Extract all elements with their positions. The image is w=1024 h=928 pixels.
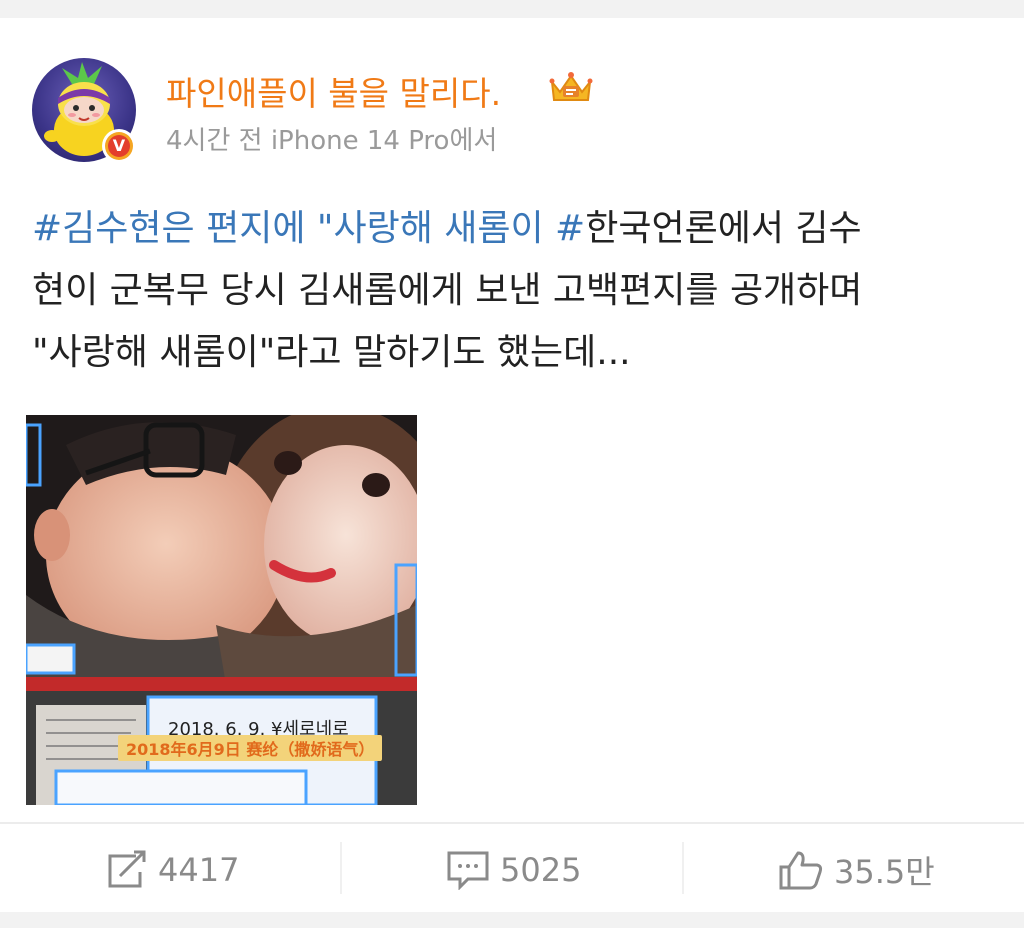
verified-badge: V <box>102 129 136 163</box>
image-caption: 2018年6月9日 赛纶（撒娇语气） <box>118 735 383 761</box>
post-meta: 4시간 전 iPhone 14 Pro에서 <box>166 126 498 156</box>
repost-count: 4417 <box>158 851 240 889</box>
like-count: 35.5만 <box>834 853 935 891</box>
comment-button[interactable]: 5025 <box>446 840 581 900</box>
post-text-line: #김수현은 편지에 "사랑해 새롬이 #한국언론에서 김수 <box>32 198 992 260</box>
post-text-line: 현이 군복무 당시 김새롬에게 보낸 고백편지를 공개하며 <box>32 260 992 322</box>
crown-level-icon[interactable] <box>546 68 596 108</box>
repost-button[interactable]: 4417 <box>104 840 239 900</box>
post-text-segment: "사랑해 새롬이"라고 말하기도 했는데... <box>32 332 631 373</box>
action-bar-divider <box>0 822 1024 824</box>
hashtag-link[interactable]: #김수현은 편지에 "사랑해 새롬이 # <box>32 208 585 249</box>
action-separator <box>682 842 684 894</box>
like-button[interactable]: 35.5만 <box>778 840 935 900</box>
comment-icon <box>447 851 489 890</box>
comment-count: 5025 <box>500 851 582 889</box>
post-text-segment: 현이 군복무 당시 김새롬에게 보낸 고백편지를 공개하며 <box>32 270 863 311</box>
post-text-line: "사랑해 새롬이"라고 말하기도 했는데... <box>32 322 992 384</box>
username[interactable]: 파인애플이 불을 말리다. <box>166 67 501 115</box>
post-image[interactable]: 2018. 6. 9. ¥세로네로 2018年6月9日 赛纶（撒娇语气） <box>26 415 417 805</box>
repost-icon <box>108 850 146 888</box>
post-card: V 파인애플이 불을 말리다. 4시간 전 iPhone 14 Pro에서 #김… <box>0 18 1024 912</box>
action-separator <box>340 842 342 894</box>
thumbs-up-icon <box>779 851 823 890</box>
post-text-segment: 한국언론에서 김수 <box>585 208 862 249</box>
post-text: #김수현은 편지에 "사랑해 새롬이 #한국언론에서 김수현이 군복무 당시 김… <box>32 198 992 384</box>
verified-v-icon: V <box>108 135 130 157</box>
